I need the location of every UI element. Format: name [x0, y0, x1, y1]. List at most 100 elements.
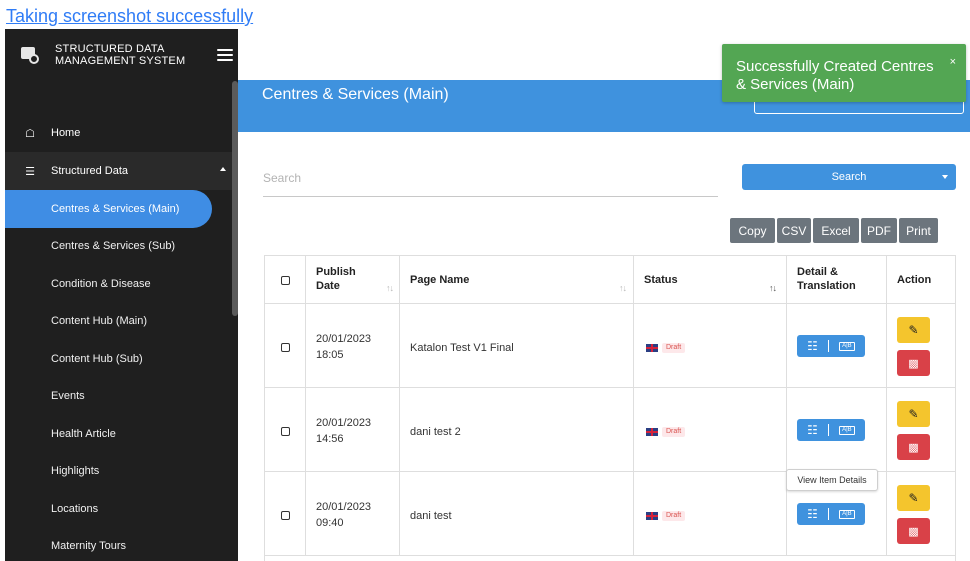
edit-icon: ✎ — [908, 323, 919, 337]
copy-button[interactable]: Copy — [730, 218, 775, 243]
detail-translation-button[interactable]: ☷ A|B — [797, 335, 865, 357]
publish-time: 09:40 — [316, 517, 344, 529]
toast-message: Successfully Created Centres & Services … — [736, 58, 934, 93]
nav-item-label: Home — [51, 127, 81, 139]
sidebar-item-locations[interactable]: Locations — [5, 490, 238, 528]
truck-logo-icon — [19, 44, 41, 66]
csv-button[interactable]: CSV — [777, 218, 811, 243]
page-name: Katalon Test V1 Final — [410, 342, 514, 354]
status-cell: Draft — [634, 304, 787, 388]
header-detail-translation: Detail & Translation — [787, 256, 887, 304]
chevron-down-icon[interactable] — [942, 175, 948, 179]
row-select-cell — [265, 304, 306, 388]
caret-up-icon — [220, 167, 226, 171]
sidebar-item-centres-services-sub[interactable]: Centres & Services (Sub) — [5, 228, 238, 266]
select-all-checkbox[interactable] — [281, 276, 290, 285]
publish-date-cell: 20/01/2023 14:56 — [306, 388, 400, 472]
trash-icon: ▩ — [908, 357, 919, 370]
header-page-name[interactable]: Page Name ↑↓ — [400, 256, 634, 304]
database-icon: ☰ — [25, 165, 35, 178]
detail-translation-button[interactable]: ☷ A|B — [797, 419, 865, 441]
detail-cell: ☷ A|B — [787, 388, 887, 472]
sort-icon[interactable]: ↑↓ — [386, 283, 394, 293]
sidebar-item-condition-disease[interactable]: Condition & Disease — [5, 265, 238, 303]
delete-button[interactable]: ▩ — [897, 350, 930, 376]
uk-flag-icon — [646, 428, 658, 436]
edit-icon: ✎ — [908, 407, 919, 421]
view-details-icon: ☷ — [807, 339, 818, 353]
sidebar-item-label: Centres & Services (Sub) — [51, 240, 176, 253]
brand: STRUCTURED DATA MANAGEMENT SYSTEM — [5, 29, 238, 81]
sidebar-item-content-hub-sub[interactable]: Content Hub (Sub) — [5, 340, 238, 378]
translate-icon: A|B — [838, 509, 855, 519]
success-toast: Successfully Created Centres & Services … — [722, 44, 966, 102]
row-checkbox[interactable] — [281, 427, 290, 436]
search-button[interactable]: Search — [742, 164, 956, 190]
uk-flag-icon — [646, 512, 658, 520]
status-cell: Draft — [634, 388, 787, 472]
sidebar-item-maternity-tours[interactable]: Maternity Tours — [5, 528, 238, 561]
sidebar-item-label: Maternity Tours — [51, 540, 126, 553]
header-label: Status — [644, 274, 678, 286]
edit-button[interactable]: ✎ — [897, 317, 930, 343]
status-badge: Draft — [662, 511, 686, 521]
view-details-icon: ☷ — [807, 507, 818, 521]
edit-button[interactable]: ✎ — [897, 485, 930, 511]
row-checkbox[interactable] — [281, 343, 290, 352]
sidebar-item-label: Centres & Services (Main) — [51, 202, 180, 215]
search-button-label: Search — [831, 171, 867, 183]
home-icon: ☖ — [25, 127, 35, 140]
detail-cell: ☷ A|B — [787, 304, 887, 388]
header-label: Detail & Translation — [797, 266, 856, 292]
row-checkbox[interactable] — [281, 511, 290, 520]
sort-icon[interactable]: ↑↓ — [619, 283, 627, 293]
header-publish-date[interactable]: Publish Date ↑↓ — [306, 256, 400, 304]
sidebar-item-events[interactable]: Events — [5, 378, 238, 416]
export-toolbar: Copy CSV Excel PDF Print — [730, 218, 940, 243]
table-row: 20/01/2023 14:56 dani test 2 Draft ☷ A|B … — [265, 388, 955, 472]
excel-button[interactable]: Excel — [813, 218, 859, 243]
detail-translation-button[interactable]: ☷ A|B — [797, 503, 865, 525]
edit-button[interactable]: ✎ — [897, 401, 930, 427]
publish-time: 18:05 — [316, 349, 344, 361]
publish-time: 14:56 — [316, 433, 344, 445]
page-name-cell: dani test — [400, 472, 634, 556]
action-cell: ✎ ▩ — [887, 304, 955, 388]
publish-date-cell: 20/01/2023 09:40 — [306, 472, 400, 556]
nav-item-label: Structured Data — [51, 165, 129, 177]
row-select-cell — [265, 472, 306, 556]
nav-item-home[interactable]: ☖ Home — [5, 114, 238, 152]
action-cell: ✎ ▩ — [887, 472, 955, 556]
status-badge: Draft — [662, 343, 686, 353]
search-input[interactable]: Search — [263, 171, 301, 185]
sidebar-item-highlights[interactable]: Highlights — [5, 453, 238, 491]
header-action: Action — [887, 256, 955, 304]
delete-button[interactable]: ▩ — [897, 434, 930, 460]
close-icon[interactable]: × — [950, 56, 956, 68]
header-select-all — [265, 256, 306, 304]
translate-icon: A|B — [838, 425, 855, 435]
delete-button[interactable]: ▩ — [897, 518, 930, 544]
page-title: Centres & Services (Main) — [262, 86, 449, 103]
sidebar-item-centres-services-main[interactable]: Centres & Services (Main) — [5, 190, 212, 228]
app-root: Taking screenshot successfully STRUCTURE… — [0, 0, 970, 561]
table-header: Publish Date ↑↓ Page Name ↑↓ Status ↑↓ D… — [265, 256, 955, 304]
trash-icon: ▩ — [908, 525, 919, 538]
search-underline — [263, 196, 718, 197]
print-button[interactable]: Print — [899, 218, 938, 243]
table-row: 20/01/2023 18:05 Katalon Test V1 Final D… — [265, 304, 955, 388]
header-status[interactable]: Status ↑↓ — [634, 256, 787, 304]
hamburger-menu-icon[interactable] — [217, 49, 233, 61]
screenshot-caption: Taking screenshot successfully — [6, 6, 254, 26]
sort-icon[interactable]: ↑↓ — [769, 283, 777, 293]
publish-date: 20/01/2023 — [316, 501, 372, 513]
page-name-cell: Katalon Test V1 Final — [400, 304, 634, 388]
publish-date-cell: 20/01/2023 18:05 — [306, 304, 400, 388]
sidebar-item-health-article[interactable]: Health Article — [5, 415, 238, 453]
pdf-button[interactable]: PDF — [861, 218, 897, 243]
page-name: dani test — [410, 510, 452, 522]
sidebar-item-content-hub-main[interactable]: Content Hub (Main) — [5, 303, 238, 341]
view-details-icon: ☷ — [807, 423, 818, 437]
uk-flag-icon — [646, 344, 658, 352]
nav-item-structured-data[interactable]: ☰ Structured Data — [5, 152, 238, 190]
